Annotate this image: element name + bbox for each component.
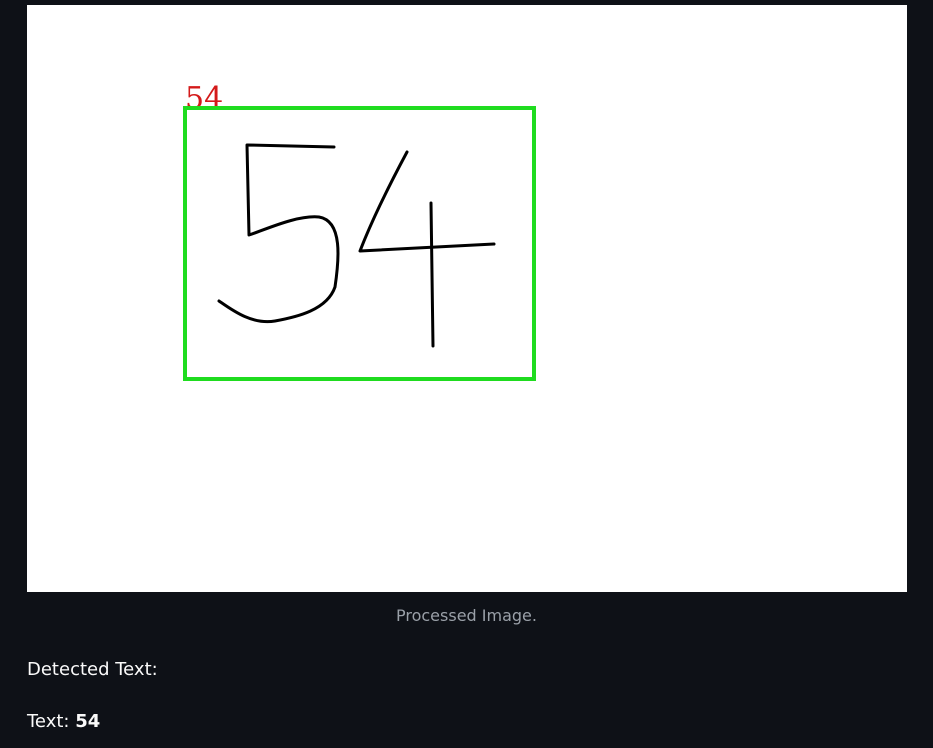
detection-label: 54 <box>185 81 223 116</box>
image-caption: Processed Image. <box>396 606 537 625</box>
handwritten-digit-4-diagonal <box>358 150 496 253</box>
detected-text-result: Text: 54 <box>27 709 100 735</box>
handwritten-digit-5 <box>217 143 340 324</box>
processed-image: 54 <box>27 5 907 592</box>
result-value: 54 <box>75 711 101 732</box>
handwritten-digit-4-stem <box>429 201 435 348</box>
result-prefix: Text: <box>27 711 76 732</box>
app-page: 54 Processed Image. Detected Text: Text:… <box>0 0 933 748</box>
detected-text-heading: Detected Text: <box>27 659 158 680</box>
processed-image-canvas: 54 <box>183 81 536 381</box>
